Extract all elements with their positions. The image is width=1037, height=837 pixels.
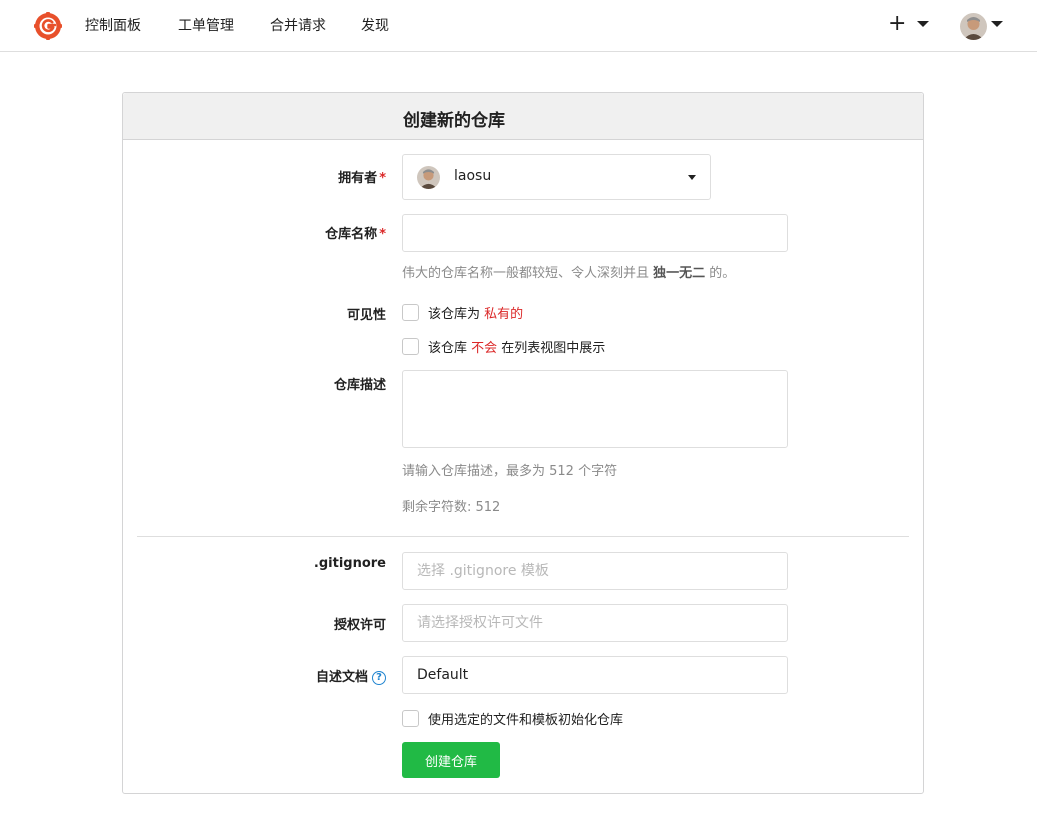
init-checkbox-label: 使用选定的文件和模板初始化仓库: [428, 712, 624, 728]
card-header: 创建新的仓库: [123, 93, 923, 140]
private-checkbox[interactable]: [402, 303, 419, 321]
owner-avatar: [417, 166, 440, 189]
user-menu-chevron-down-icon[interactable]: [991, 21, 1003, 27]
license-label: 授权许可: [333, 618, 386, 633]
plus-chevron-down-icon[interactable]: [917, 21, 929, 27]
required-marker: *: [379, 171, 386, 186]
init-checkbox[interactable]: [402, 709, 419, 727]
description-textarea[interactable]: [402, 370, 788, 448]
gitea-logo-icon[interactable]: [34, 12, 62, 40]
page-title: 创建新的仓库: [403, 111, 505, 131]
owner-label: 拥有者 *: [338, 171, 386, 186]
nav-issues[interactable]: 工单管理: [178, 17, 234, 35]
create-repo-button[interactable]: 创建仓库: [402, 742, 500, 778]
chevron-down-icon: [688, 175, 696, 180]
owner-dropdown[interactable]: laosu: [402, 154, 711, 200]
private-checkbox-row[interactable]: 该仓库为 私有的: [402, 303, 524, 322]
init-checkbox-row[interactable]: 使用选定的文件和模板初始化仓库: [402, 709, 624, 728]
readme-select[interactable]: [402, 656, 788, 694]
create-new-plus-icon[interactable]: +: [888, 12, 906, 36]
nav-dashboard[interactable]: 控制面板: [85, 17, 141, 35]
nav-explore[interactable]: 发现: [361, 17, 389, 35]
template-checkbox-label: 该仓库 不会 在列表视图中展示: [428, 340, 606, 356]
readme-label: 自述文档?: [316, 666, 386, 685]
license-select[interactable]: [402, 604, 788, 642]
section-divider: [137, 536, 909, 537]
template-checkbox[interactable]: [402, 337, 419, 355]
gitignore-select[interactable]: [402, 552, 788, 590]
owner-name: laosu: [454, 168, 492, 184]
create-repo-card: 创建新的仓库 拥有者 * laosu 仓库名称 * 伟大的仓库名称一般都较短、令人深…: [122, 92, 924, 794]
top-navbar: 控制面板 工单管理 合并请求 发现 +: [0, 0, 1037, 52]
private-checkbox-label: 该仓库为 私有的: [428, 306, 524, 322]
visibility-label: 可见性: [346, 308, 386, 323]
required-marker: *: [379, 227, 386, 242]
repo-name-help: 伟大的仓库名称一般都较短、令人深刻并且 独一无二 的。: [402, 266, 736, 281]
remaining-chars: 剩余字符数: 512: [402, 500, 501, 515]
repo-name-input[interactable]: [402, 214, 788, 252]
user-avatar[interactable]: [960, 13, 987, 40]
description-help: 请输入仓库描述，最多为 512 个字符: [402, 464, 618, 479]
description-label: 仓库描述: [333, 378, 386, 393]
repo-name-label: 仓库名称 *: [325, 227, 386, 242]
gitignore-label: .gitignore: [313, 556, 386, 571]
question-circle-icon[interactable]: ?: [372, 670, 386, 685]
nav-pull-requests[interactable]: 合并请求: [270, 17, 326, 35]
template-checkbox-row[interactable]: 该仓库 不会 在列表视图中展示: [402, 337, 606, 356]
